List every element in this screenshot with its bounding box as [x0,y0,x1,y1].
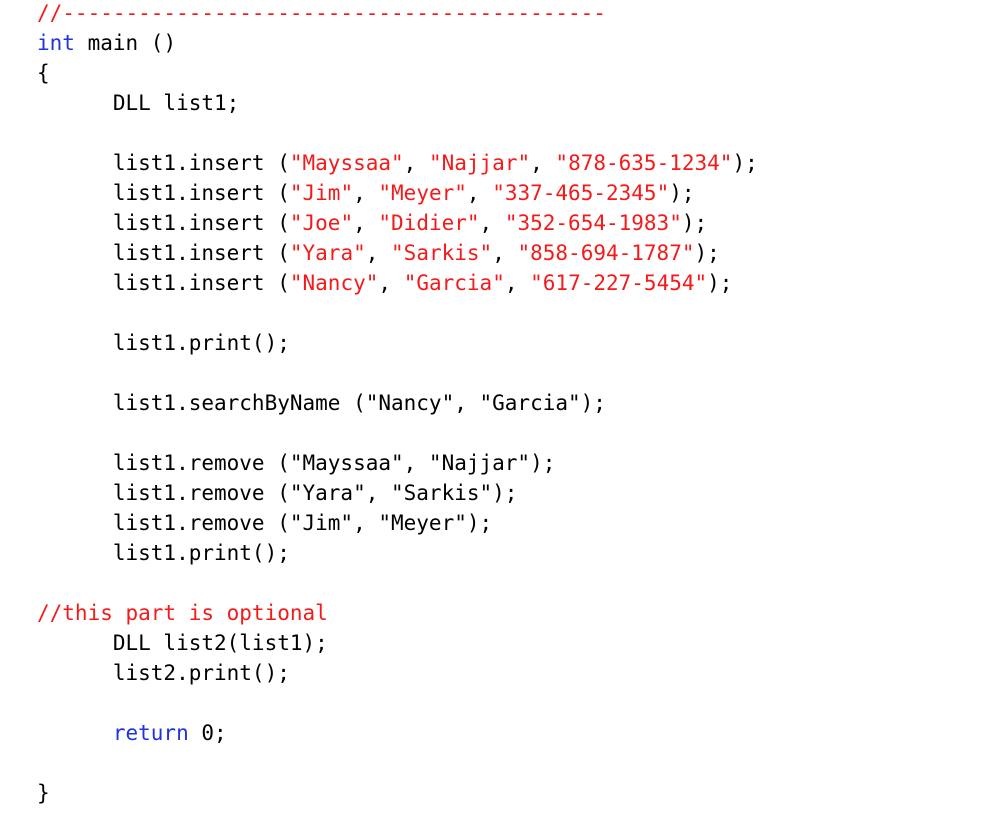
code-token-plain: list1.insert ( [37,151,290,175]
code-line: list1.insert ("Mayssaa", "Najjar", "878-… [0,148,986,178]
code-token-comment: //--------------------------------------… [37,1,606,25]
code-token-string: "Yara" [289,241,366,265]
code-token-plain: , [353,211,379,235]
code-token-plain: , [479,211,505,235]
code-line: list1.print(); [0,538,986,568]
code-listing: //--------------------------------------… [0,0,986,828]
code-token-plain: ); [681,211,708,235]
code-token-plain: , [378,271,404,295]
code-token-plain: list1.remove ("Jim", "Meyer"); [37,511,493,535]
code-token-string: "Najjar" [428,151,531,175]
code-token-plain: DLL list1; [37,91,240,115]
code-token-string: "352-654-1983" [504,211,682,235]
code-token-plain: list1.insert ( [37,241,290,265]
code-line: DLL list2(list1); [0,628,986,658]
code-token-plain: , [504,271,531,295]
code-line: { [0,58,986,88]
code-line: list1.insert ("Yara", "Sarkis", "858-694… [0,238,986,268]
code-line: return 0; [0,718,986,748]
code-token-string: "878-635-1234" [555,151,733,175]
code-token-plain: } [37,781,50,805]
code-token-plain: list1.remove ("Mayssaa", "Najjar"); [37,451,556,475]
code-token-plain: list1.searchByName ("Nancy", "Garcia"); [37,391,606,415]
code-token-plain: ); [707,271,733,295]
code-token-string: "Didier" [378,211,480,235]
code-line: DLL list1; [0,88,986,118]
code-line: list1.print(); [0,328,986,358]
code-token-string: "Meyer" [378,181,467,205]
code-token-string: "Garcia" [403,271,505,295]
code-token-comment: //this part is optional [37,601,328,625]
code-token-string: "Sarkis" [391,241,493,265]
code-token-plain: main () [74,31,177,55]
code-token-string: "Mayssaa" [289,151,404,175]
code-token-plain: ); [694,241,720,265]
code-line: list1.insert ("Nancy", "Garcia", "617-22… [0,268,986,298]
code-token-plain: ); [732,151,758,175]
code-token-plain: , [530,151,556,175]
code-token-plain: list1.insert ( [37,271,290,295]
code-line: list1.insert ("Joe", "Didier", "352-654-… [0,208,986,238]
code-token-plain: , [353,181,379,205]
code-line: list1.searchByName ("Nancy", "Garcia"); [0,388,986,418]
code-token-plain: list1.print(); [37,331,290,355]
code-line: //this part is optional [0,598,986,628]
code-line: } [0,778,986,808]
code-token-plain: 0; [188,721,227,745]
code-line: int main () [0,28,986,58]
code-token-plain: , [492,241,518,265]
code-token-string: "Nancy" [289,271,379,295]
code-token-plain: list1.insert ( [37,181,290,205]
code-token-string: "Joe" [289,211,354,235]
code-line: list1.remove ("Yara", "Sarkis"); [0,478,986,508]
code-line: list2.print(); [0,658,986,688]
code-token-plain: DLL list2(list1); [37,631,328,655]
code-token-plain: list1.insert ( [37,211,290,235]
code-line: //--------------------------------------… [0,0,986,28]
code-token-string: "Jim" [289,181,354,205]
code-token-plain: list1.remove ("Yara", "Sarkis"); [37,481,518,505]
code-token-keyword: int [37,31,75,55]
code-line: list1.remove ("Jim", "Meyer"); [0,508,986,538]
code-token-plain: , [403,151,429,175]
code-token-plain: ); [669,181,695,205]
code-token-plain: , [365,241,392,265]
code-token-keyword: return [112,721,189,745]
code-line: list1.insert ("Jim", "Meyer", "337-465-2… [0,178,986,208]
code-line: list1.remove ("Mayssaa", "Najjar"); [0,448,986,478]
code-token-plain: { [37,61,50,85]
code-token-plain: list1.print(); [37,541,290,565]
code-token-string: "337-465-2345" [492,181,670,205]
code-token-plain: , [466,181,493,205]
code-token-plain: list2.print(); [37,661,290,685]
code-token-string: "617-227-5454" [530,271,708,295]
code-token-string: "858-694-1787" [517,241,695,265]
